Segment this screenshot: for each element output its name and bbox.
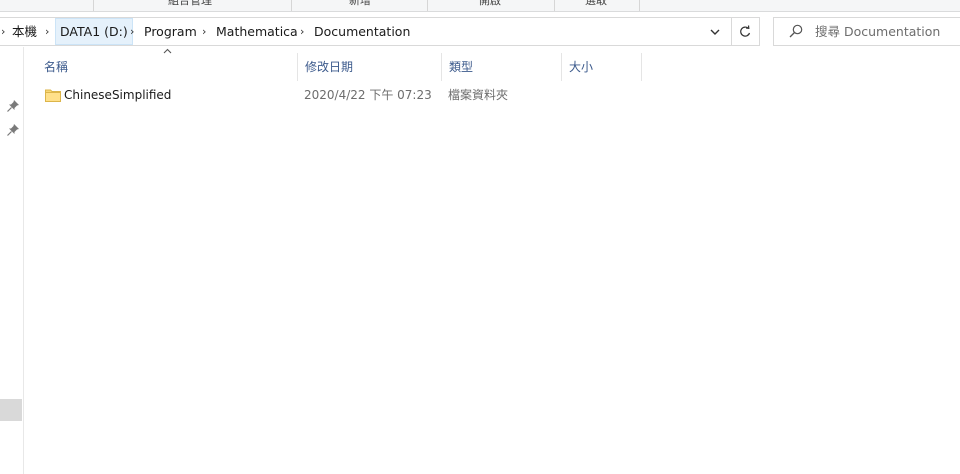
search-box[interactable]: 搜尋 Documentation	[773, 17, 960, 46]
search-placeholder[interactable]: 搜尋 Documentation	[815, 18, 940, 45]
ribbon-separator	[639, 0, 640, 11]
column-header-name[interactable]: 名稱	[44, 53, 68, 81]
file-name[interactable]: ChineseSimplified	[64, 84, 171, 107]
breadcrumb-data1-drive[interactable]: DATA1 (D:)	[55, 18, 133, 45]
column-header-type[interactable]: 類型	[449, 53, 473, 81]
ribbon-group-select: 選取	[585, 0, 607, 7]
ribbon-separator	[427, 0, 428, 11]
pin-icon[interactable]	[6, 123, 20, 137]
address-bar[interactable]: › 本機 › DATA1 (D:) › Program › Mathematic…	[0, 17, 760, 46]
ribbon-separator	[291, 0, 292, 11]
chevron-right-icon[interactable]: ›	[1, 18, 5, 45]
address-divider	[731, 18, 732, 45]
breadcrumb-this-pc[interactable]: 本機	[12, 18, 37, 45]
nav-selected-item[interactable]	[0, 399, 22, 421]
chevron-right-icon[interactable]: ›	[300, 18, 304, 45]
column-divider[interactable]	[441, 53, 442, 81]
folder-icon	[45, 89, 61, 102]
chevron-down-icon	[710, 29, 720, 35]
sort-ascending-icon	[163, 48, 172, 54]
ribbon-separator	[93, 0, 94, 11]
pin-icon[interactable]	[6, 99, 20, 113]
breadcrumb-mathematica[interactable]: Mathematica	[216, 18, 298, 45]
ribbon-group-open: 開啟	[479, 0, 501, 7]
file-type: 檔案資料夾	[448, 88, 509, 102]
column-divider[interactable]	[641, 53, 642, 81]
file-modified-date: 2020/4/22 下午 07:23	[304, 88, 432, 102]
refresh-icon	[740, 25, 751, 37]
column-header-size[interactable]: 大小	[569, 53, 593, 81]
chevron-right-icon[interactable]: ›	[202, 18, 206, 45]
breadcrumb-documentation[interactable]: Documentation	[314, 18, 410, 45]
ribbon-group-new: 新增	[349, 0, 371, 7]
navigation-pane[interactable]	[0, 47, 24, 474]
column-divider[interactable]	[561, 53, 562, 81]
ribbon-group-organize: 組合管理	[168, 0, 212, 7]
chevron-right-icon[interactable]: ›	[45, 18, 49, 45]
search-icon	[789, 24, 803, 38]
column-header-modified[interactable]: 修改日期	[305, 53, 353, 81]
address-dropdown-button[interactable]	[709, 18, 721, 45]
breadcrumb-program[interactable]: Program	[144, 18, 197, 45]
chevron-right-icon[interactable]: ›	[130, 18, 134, 45]
ribbon-group-labels: 組合管理 新增 開啟 選取	[0, 0, 960, 12]
file-row[interactable]: ChineseSimplified 2020/4/22 下午 07:23 檔案資…	[38, 84, 642, 107]
column-divider[interactable]	[297, 53, 298, 81]
refresh-button[interactable]	[738, 18, 752, 45]
